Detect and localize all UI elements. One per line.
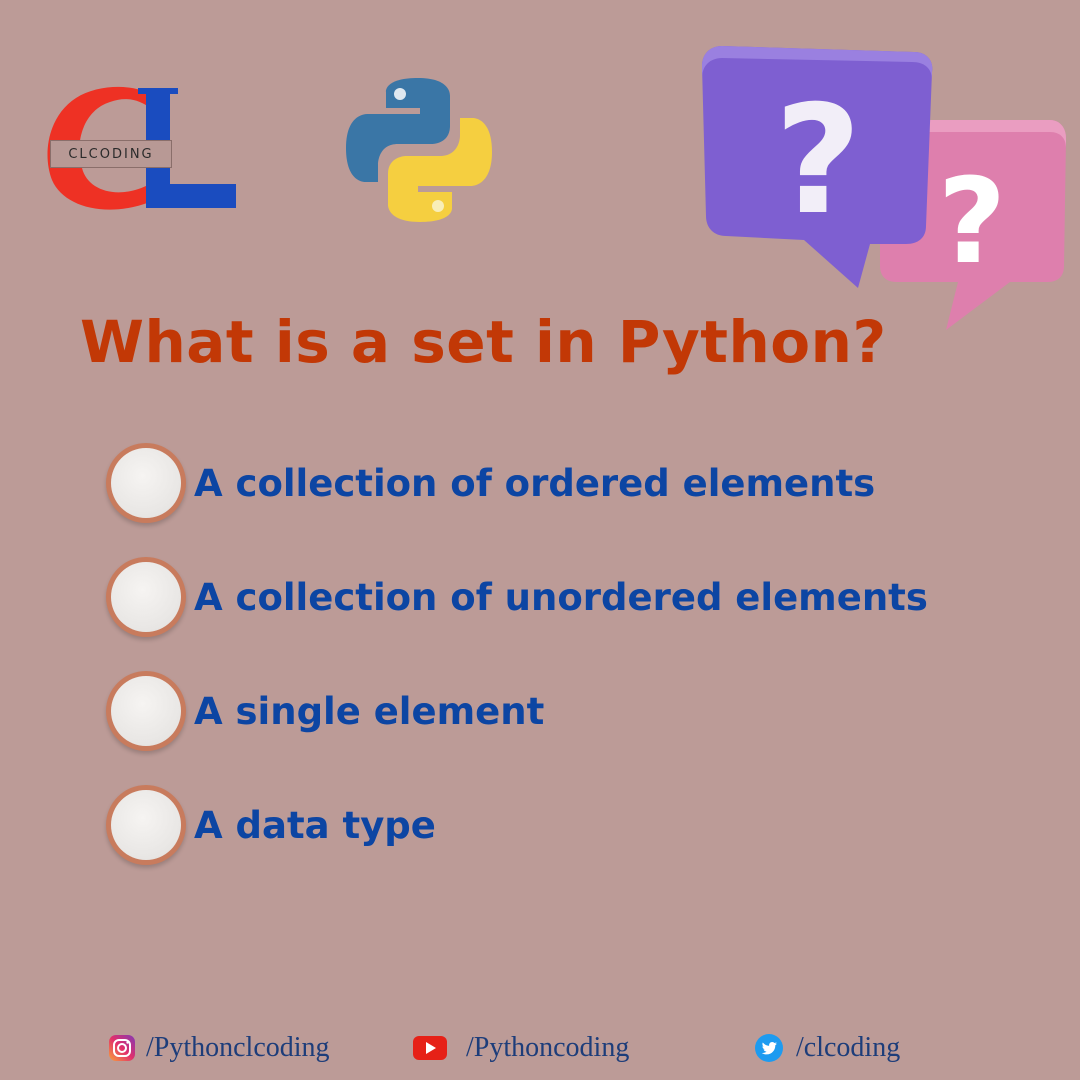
clcoding-logo: CLCODING (38, 84, 243, 216)
option-label: A single element (194, 689, 545, 733)
option-label: A collection of ordered elements (194, 461, 876, 505)
option-label: A collection of unordered elements (194, 575, 928, 619)
instagram-icon (109, 1035, 135, 1061)
instagram-link[interactable]: /Pythonclcoding (108, 1028, 330, 1068)
question-bubbles-icon: ? ? (700, 40, 1070, 340)
instagram-handle: /Pythonclcoding (146, 1032, 330, 1063)
option-3[interactable]: A single element (106, 666, 1066, 756)
option-2[interactable]: A collection of unordered elements (106, 552, 1066, 642)
svg-text:?: ? (774, 74, 861, 248)
radio-button[interactable] (106, 443, 186, 523)
python-logo-icon (344, 76, 494, 224)
radio-circle-icon (111, 790, 181, 860)
svg-text:?: ? (938, 152, 1006, 290)
radio-button[interactable] (106, 671, 186, 751)
question-title: What is a set in Python? (80, 308, 887, 376)
twitter-icon (755, 1034, 783, 1062)
youtube-icon (413, 1036, 447, 1060)
radio-circle-icon (111, 562, 181, 632)
radio-button[interactable] (106, 785, 186, 865)
radio-button[interactable] (106, 557, 186, 637)
twitter-link[interactable]: /clcoding (754, 1028, 900, 1068)
radio-circle-icon (111, 676, 181, 746)
option-4[interactable]: A data type (106, 780, 1066, 870)
youtube-link[interactable]: /Pythoncoding (412, 1028, 629, 1068)
logo-label: CLCODING (50, 140, 172, 168)
option-1[interactable]: A collection of ordered elements (106, 438, 1066, 528)
radio-circle-icon (111, 448, 181, 518)
option-label: A data type (194, 803, 436, 847)
youtube-handle: /Pythoncoding (466, 1032, 630, 1063)
twitter-handle: /clcoding (796, 1032, 901, 1063)
